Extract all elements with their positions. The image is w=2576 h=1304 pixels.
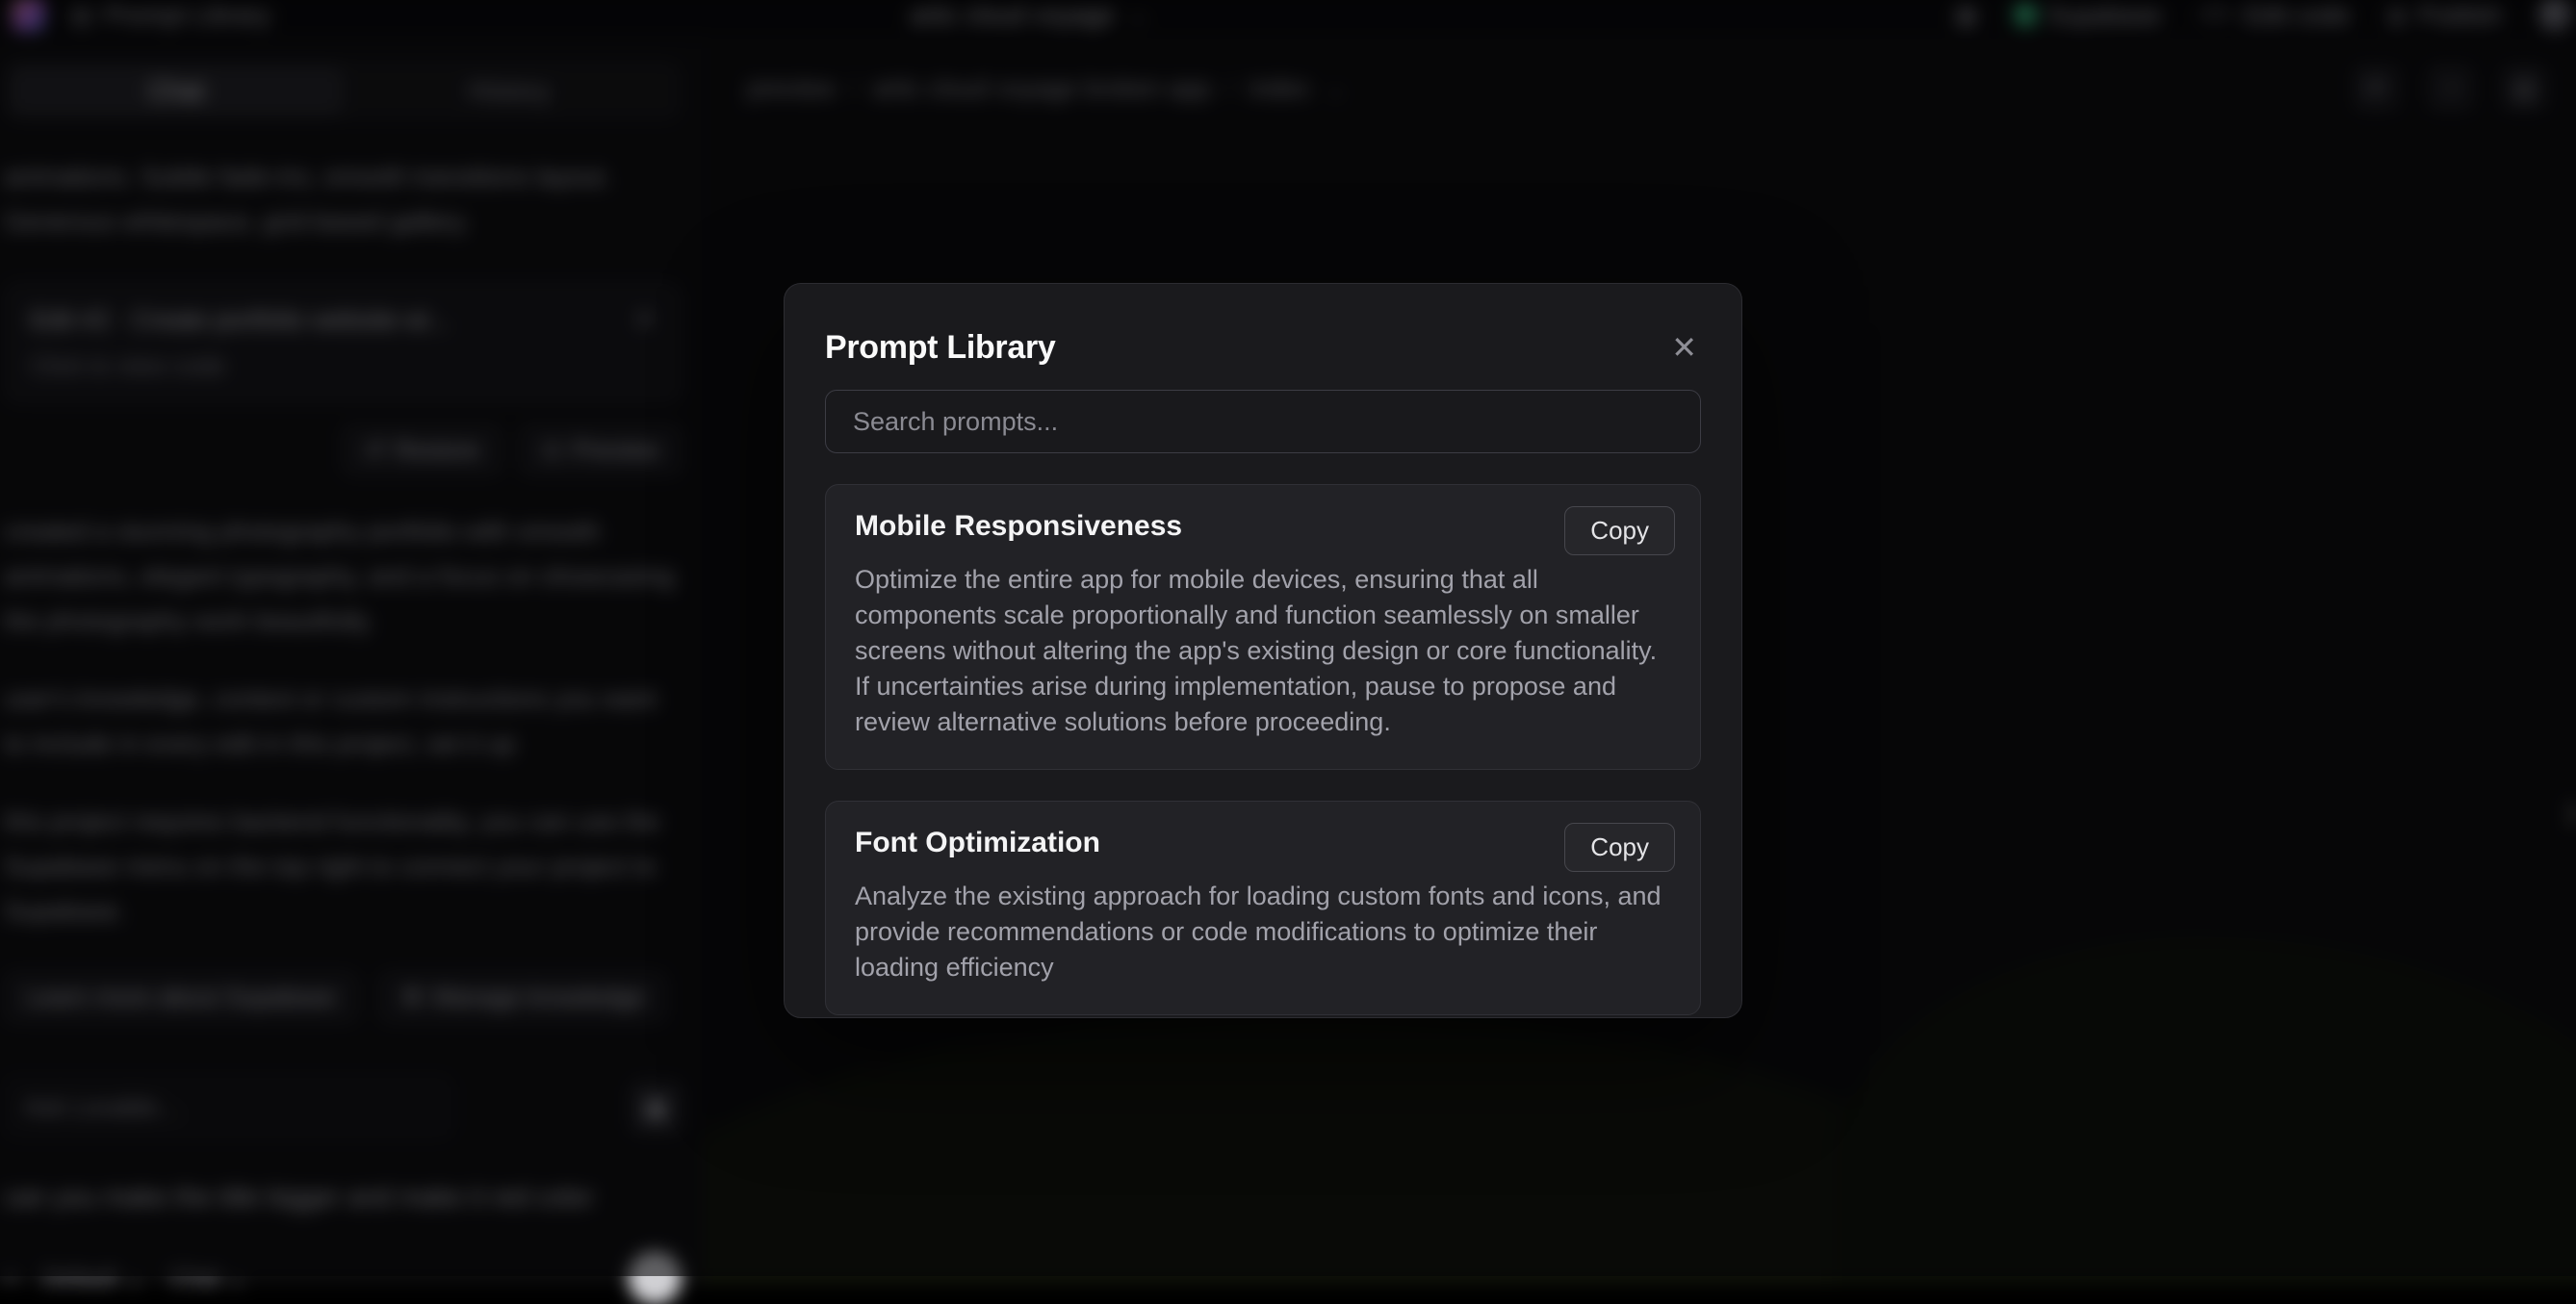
search-box [825, 390, 1701, 453]
modal-header: Prompt Library ✕ [825, 319, 1701, 376]
copy-button[interactable]: Copy [1564, 823, 1675, 872]
modal-title: Prompt Library [825, 329, 1056, 367]
prompt-card-title: Font Optimization [855, 827, 1671, 859]
copy-button[interactable]: Copy [1564, 506, 1675, 555]
prompt-card-body: Optimize the entire app for mobile devic… [855, 562, 1671, 740]
prompt-card: Font Optimization Copy Analyze the exist… [825, 801, 1701, 1015]
prompt-card-title: Mobile Responsiveness [855, 510, 1671, 543]
search-input[interactable] [851, 406, 1675, 438]
prompt-card-body: Analyze the existing approach for loadin… [855, 879, 1671, 985]
modal-layer: Prompt Library ✕ Mobile Responsiveness C… [0, 0, 2576, 1276]
prompt-library-modal: Prompt Library ✕ Mobile Responsiveness C… [784, 283, 1742, 1018]
prompt-card: Mobile Responsiveness Copy Optimize the … [825, 484, 1701, 770]
close-icon[interactable]: ✕ [1667, 328, 1701, 367]
